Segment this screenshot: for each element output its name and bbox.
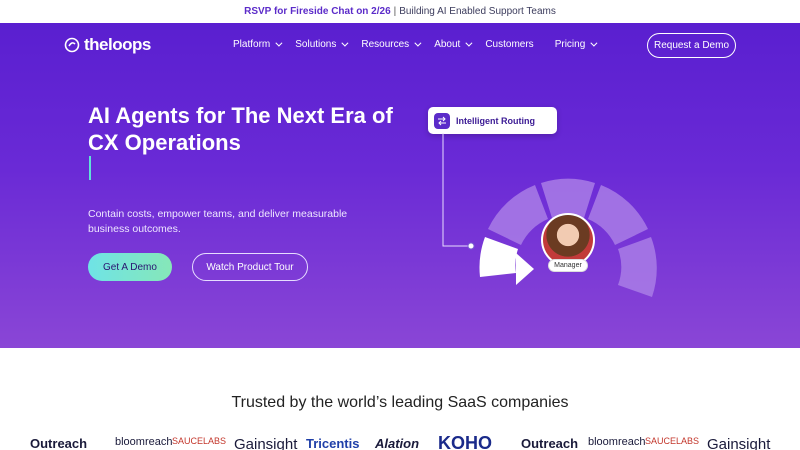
customer-logo-outreach-2: Outreach — [521, 436, 579, 450]
announcement-topic[interactable]: Building AI Enabled Support Teams — [399, 6, 556, 17]
nav-item-customers[interactable]: Customers — [485, 39, 533, 50]
arrows-icon — [438, 116, 446, 125]
customer-logo-saucelabs: SAUCELABS — [172, 436, 227, 446]
gauge-pointer — [516, 253, 534, 285]
hero-section: theloops Platform Solutions Resources Ab… — [0, 23, 800, 348]
nav-item-label: Customers — [485, 39, 534, 50]
customer-logo-alation: Alation — [375, 436, 420, 450]
chevron-down-icon — [341, 39, 349, 47]
nav-item-label: Platform — [233, 39, 271, 50]
hero-subtext: Contain costs, empower teams, and delive… — [88, 208, 348, 235]
gauge-segment-5 — [618, 237, 657, 297]
nav-item-solutions[interactable]: Solutions — [295, 39, 349, 50]
chevron-down-icon — [465, 39, 473, 47]
watch-tour-button[interactable]: Watch Product Tour — [192, 253, 308, 281]
nav-item-resources[interactable]: Resources — [361, 39, 422, 50]
hero-headline: AI Agents for The Next Era of CX Operati… — [88, 103, 393, 155]
manager-tag: Manager — [548, 259, 588, 272]
gauge-segment-4 — [588, 185, 648, 245]
customer-logo-outreach: Outreach — [30, 436, 88, 450]
routing-label: Intelligent Routing — [456, 115, 535, 126]
top-nav: theloops Platform Solutions Resources Ab… — [0, 23, 800, 69]
announcement-separator: | — [393, 6, 397, 17]
nav-item-label: About — [434, 39, 461, 50]
nav-item-label: Solutions — [295, 39, 337, 50]
connector-dot — [467, 242, 475, 250]
gauge-segment-1 — [479, 237, 518, 277]
main-menu: Platform Solutions Resources About Custo… — [233, 39, 598, 50]
avatar-photo — [543, 215, 593, 265]
customer-logo-strip: Outreach bloomreach SAUCELABS Gainsight … — [0, 436, 800, 450]
chevron-down-icon — [590, 39, 598, 47]
customer-logo-gainsight-2: Gainsight — [707, 436, 771, 450]
nav-item-platform[interactable]: Platform — [233, 39, 283, 50]
brand-logo-text: theloops — [84, 35, 151, 54]
loops-logo-icon — [64, 37, 80, 53]
nav-item-pricing[interactable]: Pricing — [554, 39, 598, 50]
nav-item-label: Pricing — [554, 39, 586, 50]
request-demo-button[interactable]: Request a Demo — [647, 33, 736, 58]
announcement-bar[interactable]: RSVP for Fireside Chat on 2/26 | Buildin… — [0, 0, 800, 23]
customer-logo-gainsight: Gainsight — [234, 436, 298, 450]
intelligent-routing-card: Intelligent Routing — [428, 107, 557, 134]
customer-logo-bloomreach-2: bloomreach — [588, 436, 646, 448]
routing-icon — [434, 112, 450, 129]
customer-logo-koho: KOHO — [438, 436, 492, 450]
trusted-heading: Trusted by the world’s leading SaaS comp… — [231, 394, 569, 411]
customer-logo-saucelabs-2: SAUCELABS — [645, 436, 700, 446]
get-demo-button[interactable]: Get A Demo — [88, 253, 172, 281]
chevron-down-icon — [275, 39, 283, 47]
typing-cursor — [89, 156, 91, 180]
gauge-segment-2 — [488, 185, 548, 245]
customer-logo-bloomreach: bloomreach — [115, 436, 173, 448]
chevron-down-icon — [414, 39, 422, 47]
nav-item-label: Resources — [361, 39, 410, 50]
announcement-rsvp-link[interactable]: RSVP for Fireside Chat on 2/26 — [244, 6, 391, 17]
nav-item-about[interactable]: About — [434, 39, 473, 50]
connector-line — [442, 133, 470, 247]
brand-logo[interactable]: theloops — [64, 35, 151, 55]
customer-logo-tricentis: Tricentis — [306, 436, 360, 450]
